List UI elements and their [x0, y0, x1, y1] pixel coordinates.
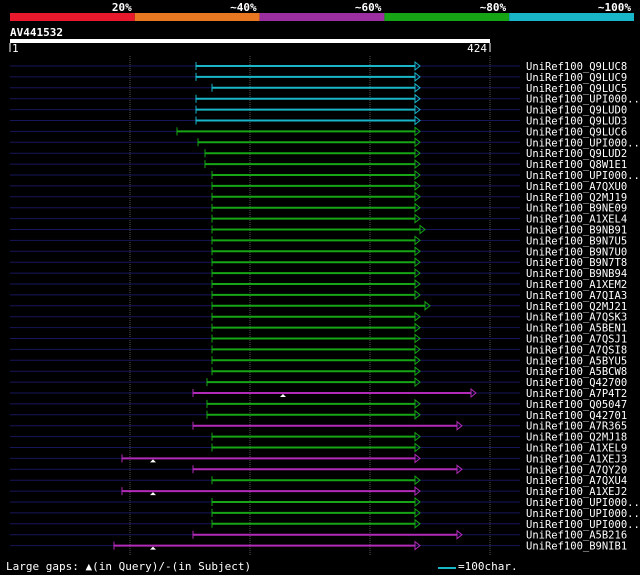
- gap-marker-icon: [150, 492, 156, 496]
- legend-segment: [10, 13, 135, 21]
- footer-in-subject: (in Subject): [171, 560, 252, 573]
- footer-gaps-legend: Large gaps: ▲(in Query)/-(in Subject): [6, 560, 251, 573]
- legend-segment: [134, 13, 260, 21]
- hit-row[interactable]: UniRef100_B9NIB1: [10, 540, 627, 553]
- gap-marker-icon: [280, 394, 286, 397]
- identity-legend-labels: 20% ~40% ~60% ~80% ~100%: [112, 1, 631, 14]
- hit-list: UniRef100_Q9LUC8UniRef100_Q9LUC9UniRef10…: [10, 60, 640, 553]
- legend-segment: [384, 13, 510, 21]
- query-start-label: 1: [12, 42, 19, 55]
- scale-bar: [438, 567, 456, 569]
- legend-label: ~40%: [230, 1, 257, 14]
- legend-segment: [509, 13, 634, 21]
- legend-label: ~100%: [598, 1, 631, 14]
- query-bar: [10, 39, 490, 43]
- footer-gaps-text: Large gaps:: [6, 560, 79, 573]
- gap-marker-icon: [150, 546, 156, 550]
- legend-segment: [259, 13, 385, 21]
- query-end-label: 424: [467, 42, 487, 55]
- gap-subject-marker-icon: -: [164, 560, 172, 573]
- identity-color-legend: [10, 13, 634, 21]
- hit-label[interactable]: UniRef100_B9NIB1: [526, 541, 627, 553]
- legend-label: ~60%: [355, 1, 382, 14]
- alignment-graphic: 20% ~40% ~60% ~80% ~100% AV441532 1 424 UniR…: [9, 1, 640, 569]
- legend-label: 20%: [112, 1, 132, 14]
- legend-label: ~80%: [480, 1, 507, 14]
- scale-bar-label: =100char.: [458, 560, 518, 573]
- query-name: AV441532: [10, 26, 63, 39]
- gap-marker-icon: [150, 459, 156, 463]
- footer-in-query: (in Query)/: [92, 560, 165, 573]
